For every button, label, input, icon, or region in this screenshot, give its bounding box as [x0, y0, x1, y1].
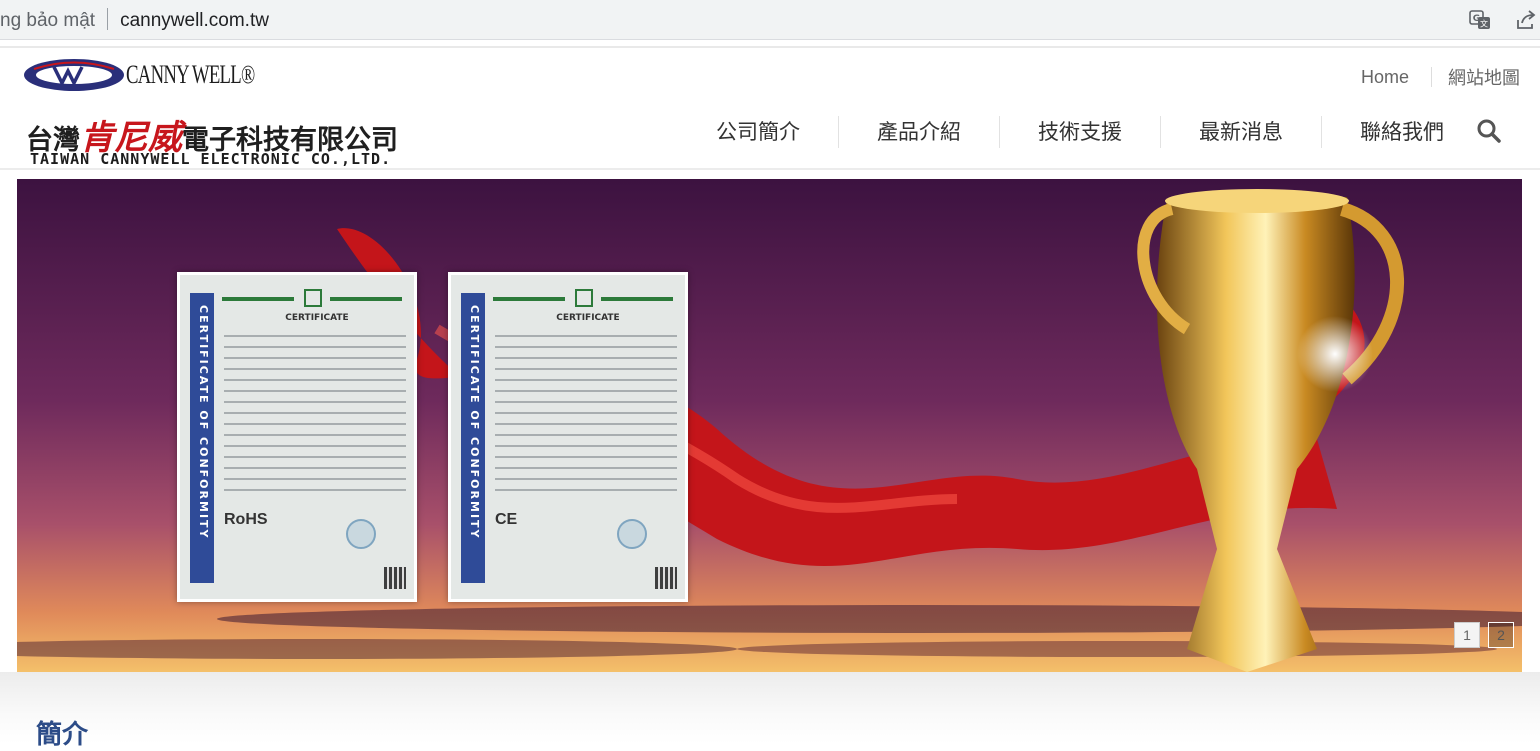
cannywell-emblem-icon	[24, 59, 124, 91]
site-header: CANNY WELL® 台灣肯尼威電子科技有限公司 TAIWAN CANNYWE…	[0, 46, 1540, 170]
certificate-mark: CE	[495, 511, 518, 528]
translate-icon[interactable]: G 文	[1468, 8, 1492, 32]
ce-certificate-image: CERTIFICATE OF CONFORMITY CERTIFICATE CE	[448, 272, 688, 602]
share-icon[interactable]	[1514, 8, 1538, 32]
address-field[interactable]: ng bảo mật cannywell.com.tw	[0, 8, 269, 32]
logo-brand-text: CANNY WELL®	[126, 60, 255, 89]
pager-button-1[interactable]: 1	[1454, 622, 1480, 648]
certificate-top-bar	[493, 297, 565, 301]
sitemap-link[interactable]: 網站地圖	[1448, 64, 1520, 90]
certificate-side-text: CERTIFICATE OF CONFORMITY	[468, 305, 481, 540]
search-icon[interactable]	[1476, 118, 1502, 144]
nav-item-products[interactable]: 產品介紹	[839, 116, 1000, 148]
nav-item-about[interactable]: 公司簡介	[716, 116, 839, 148]
certificate-top-bar	[330, 297, 402, 301]
certificate-body-lines	[224, 335, 406, 500]
certificate-emblem-icon	[304, 289, 322, 307]
certificate-title: CERTIFICATE	[285, 313, 349, 323]
certificate-top-bar	[601, 297, 673, 301]
qr-code-icon	[384, 567, 406, 589]
certificate-emblem-icon	[575, 289, 593, 307]
certificate-mark: RoHS	[224, 511, 268, 528]
toplinks-divider	[1431, 67, 1432, 87]
certificate-top-bar	[222, 297, 294, 301]
qr-code-icon	[655, 567, 677, 589]
security-status-text[interactable]: ng bảo mật	[0, 10, 95, 31]
intro-heading: 簡介	[36, 720, 89, 750]
pager-button-2[interactable]: 2	[1488, 622, 1514, 648]
certificate-seal-icon	[617, 519, 647, 549]
intro-section: 簡介	[0, 672, 1540, 750]
company-logo[interactable]: CANNY WELL® 台灣肯尼威電子科技有限公司 TAIWAN CANNYWE…	[22, 52, 402, 168]
top-links: Home 網站地圖	[1361, 64, 1520, 90]
certificate-title: CERTIFICATE	[556, 313, 620, 323]
url-text[interactable]: cannywell.com.tw	[120, 10, 269, 31]
certificate-side-text: CERTIFICATE OF CONFORMITY	[197, 305, 210, 540]
nav-item-support[interactable]: 技術支援	[1000, 116, 1161, 148]
browser-address-bar: ng bảo mật cannywell.com.tw G 文	[0, 0, 1540, 40]
logo-english-name: TAIWAN CANNYWELL ELECTRONIC CO.,LTD.	[30, 150, 392, 168]
certificate-body-lines	[495, 335, 677, 500]
rohs-certificate-image: CERTIFICATE OF CONFORMITY CERTIFICATE Ro…	[177, 272, 417, 602]
home-link[interactable]: Home	[1361, 67, 1409, 88]
svg-text:文: 文	[1480, 19, 1488, 29]
nav-item-contact[interactable]: 聯絡我們	[1322, 116, 1444, 148]
hero-banner[interactable]: CERTIFICATE OF CONFORMITY CERTIFICATE Ro…	[17, 179, 1522, 672]
nav-item-news[interactable]: 最新消息	[1161, 116, 1322, 148]
banner-pager: 1 2	[1454, 622, 1514, 648]
address-separator	[107, 8, 109, 30]
certificate-seal-icon	[346, 519, 376, 549]
main-navigation: 公司簡介 產品介紹 技術支援 最新消息 聯絡我們	[716, 114, 1444, 150]
